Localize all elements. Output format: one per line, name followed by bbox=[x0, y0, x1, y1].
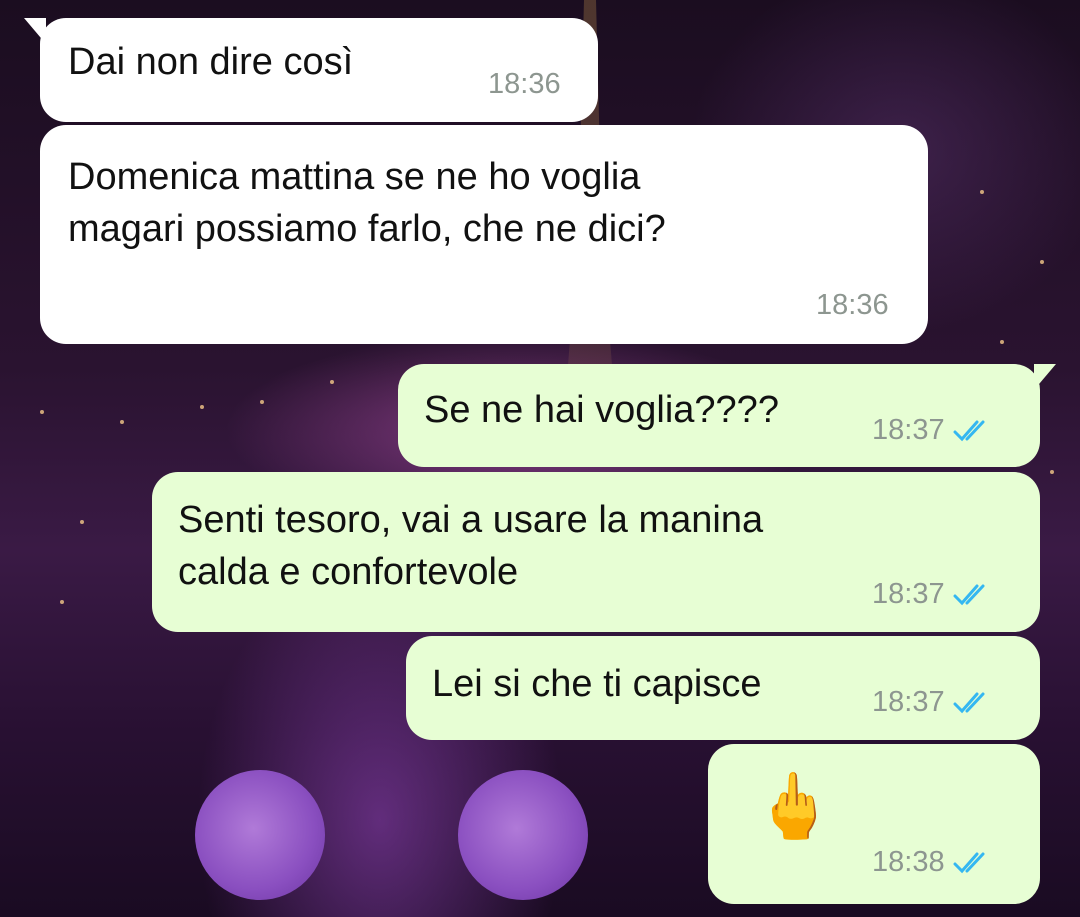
city-light bbox=[330, 380, 334, 384]
double-check-read-icon bbox=[953, 692, 985, 713]
bubble-tail bbox=[24, 18, 46, 44]
wallpaper-orb bbox=[458, 770, 588, 900]
message-text: Domenica mattina se ne ho voglia magari … bbox=[68, 156, 666, 250]
city-light bbox=[1040, 260, 1044, 264]
middle-finger-emoji: 🖕 bbox=[754, 770, 834, 842]
message-bubble-outgoing[interactable]: Lei si che ti capisce 18:37 bbox=[406, 636, 1040, 740]
double-check-read-icon bbox=[953, 420, 985, 441]
wallpaper-orb bbox=[195, 770, 325, 900]
message-meta: 18:38 bbox=[872, 846, 997, 879]
city-light bbox=[120, 420, 124, 424]
message-meta: 18:36 bbox=[816, 289, 889, 322]
city-light bbox=[40, 410, 44, 414]
message-text: Senti tesoro, vai a usare la manina cald… bbox=[178, 499, 764, 593]
city-light bbox=[200, 405, 204, 409]
message-text: Se ne hai voglia???? bbox=[424, 389, 779, 431]
message-bubble-outgoing[interactable]: Senti tesoro, vai a usare la manina cald… bbox=[152, 472, 1040, 632]
message-meta: 18:37 bbox=[872, 414, 997, 447]
city-light bbox=[1050, 470, 1054, 474]
message-text: Lei si che ti capisce bbox=[432, 663, 762, 705]
message-time: 18:36 bbox=[488, 68, 561, 100]
message-bubble-outgoing[interactable]: 🖕 18:38 bbox=[708, 744, 1040, 904]
city-light bbox=[1000, 340, 1004, 344]
double-check-read-icon bbox=[953, 852, 985, 873]
message-time: 18:37 bbox=[872, 578, 945, 610]
double-check-read-icon bbox=[953, 584, 985, 605]
message-time: 18:36 bbox=[816, 289, 889, 321]
message-bubble-incoming[interactable]: Dai non dire così 18:36 bbox=[24, 18, 598, 122]
message-meta: 18:36 bbox=[488, 68, 561, 101]
city-light bbox=[980, 190, 984, 194]
city-light bbox=[80, 520, 84, 524]
message-time: 18:38 bbox=[872, 846, 945, 878]
message-bubble-outgoing[interactable]: Se ne hai voglia???? 18:37 bbox=[398, 364, 1056, 467]
message-bubble-incoming[interactable]: Domenica mattina se ne ho voglia magari … bbox=[40, 125, 928, 344]
city-light bbox=[60, 600, 64, 604]
message-meta: 18:37 bbox=[872, 578, 997, 611]
message-meta: 18:37 bbox=[872, 686, 997, 719]
message-time: 18:37 bbox=[872, 414, 945, 446]
bubble-tail bbox=[1034, 364, 1056, 390]
message-text: Dai non dire così bbox=[68, 41, 354, 83]
city-light bbox=[260, 400, 264, 404]
message-time: 18:37 bbox=[872, 686, 945, 718]
